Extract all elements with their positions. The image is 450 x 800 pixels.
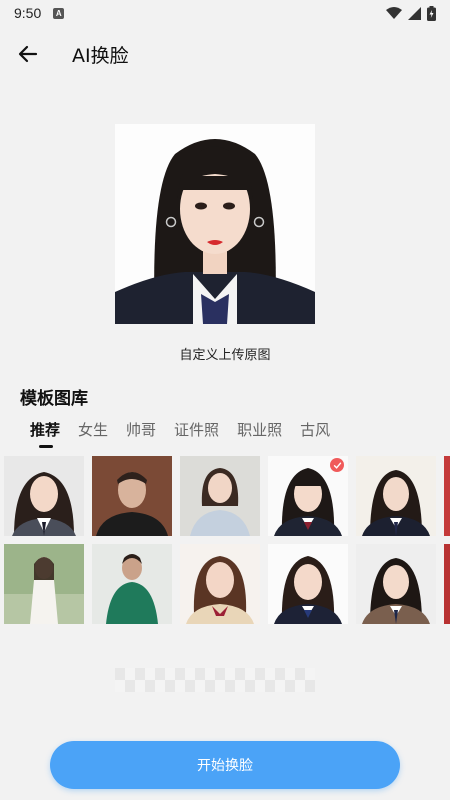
tab-female[interactable]: 女生 [78,420,108,448]
notification-icon: A [53,7,65,19]
template-thumbnail[interactable] [356,544,436,624]
category-tabs: 推荐 女生 帅哥 证件照 职业照 古风 [30,420,330,450]
template-thumbnail[interactable] [356,456,436,536]
template-thumbnail-partial[interactable] [444,544,450,624]
wifi-icon [386,7,402,19]
template-thumbnail-partial[interactable] [444,456,450,536]
signal-icon [408,6,421,20]
status-icons [386,5,436,21]
template-thumbnail[interactable] [268,544,348,624]
template-row [4,456,450,536]
page-title: AI换脸 [72,44,129,67]
template-thumbnail[interactable] [180,544,260,624]
template-row [4,544,450,624]
template-thumbnail[interactable] [92,456,172,536]
back-button[interactable] [8,34,48,74]
template-thumbnail[interactable] [92,544,172,624]
top-bar: AI换脸 [0,30,450,78]
gallery-title: 模板图库 [20,389,88,409]
tab-id-photo[interactable]: 证件照 [174,420,219,448]
loading-placeholder [115,668,315,692]
arrow-left-icon [18,45,38,63]
tab-ancient-style[interactable]: 古风 [300,420,330,448]
tab-male[interactable]: 帅哥 [126,420,156,448]
status-bar: 9:50 A [0,0,450,26]
source-photo[interactable] [115,124,315,324]
template-thumbnail[interactable] [4,544,84,624]
start-face-swap-button[interactable]: 开始换脸 [50,741,400,789]
tab-recommended[interactable]: 推荐 [30,420,60,448]
preview-caption: 自定义上传原图 [179,348,271,363]
status-time: 9:50 [14,5,42,21]
battery-icon [427,5,436,21]
template-thumbnail[interactable] [4,456,84,536]
template-thumbnail[interactable] [180,456,260,536]
selected-check-icon [330,458,344,472]
portrait-photo-image [115,124,315,324]
template-grid [4,456,450,632]
template-thumbnail-selected[interactable] [268,456,348,536]
tab-professional-photo[interactable]: 职业照 [237,420,282,448]
